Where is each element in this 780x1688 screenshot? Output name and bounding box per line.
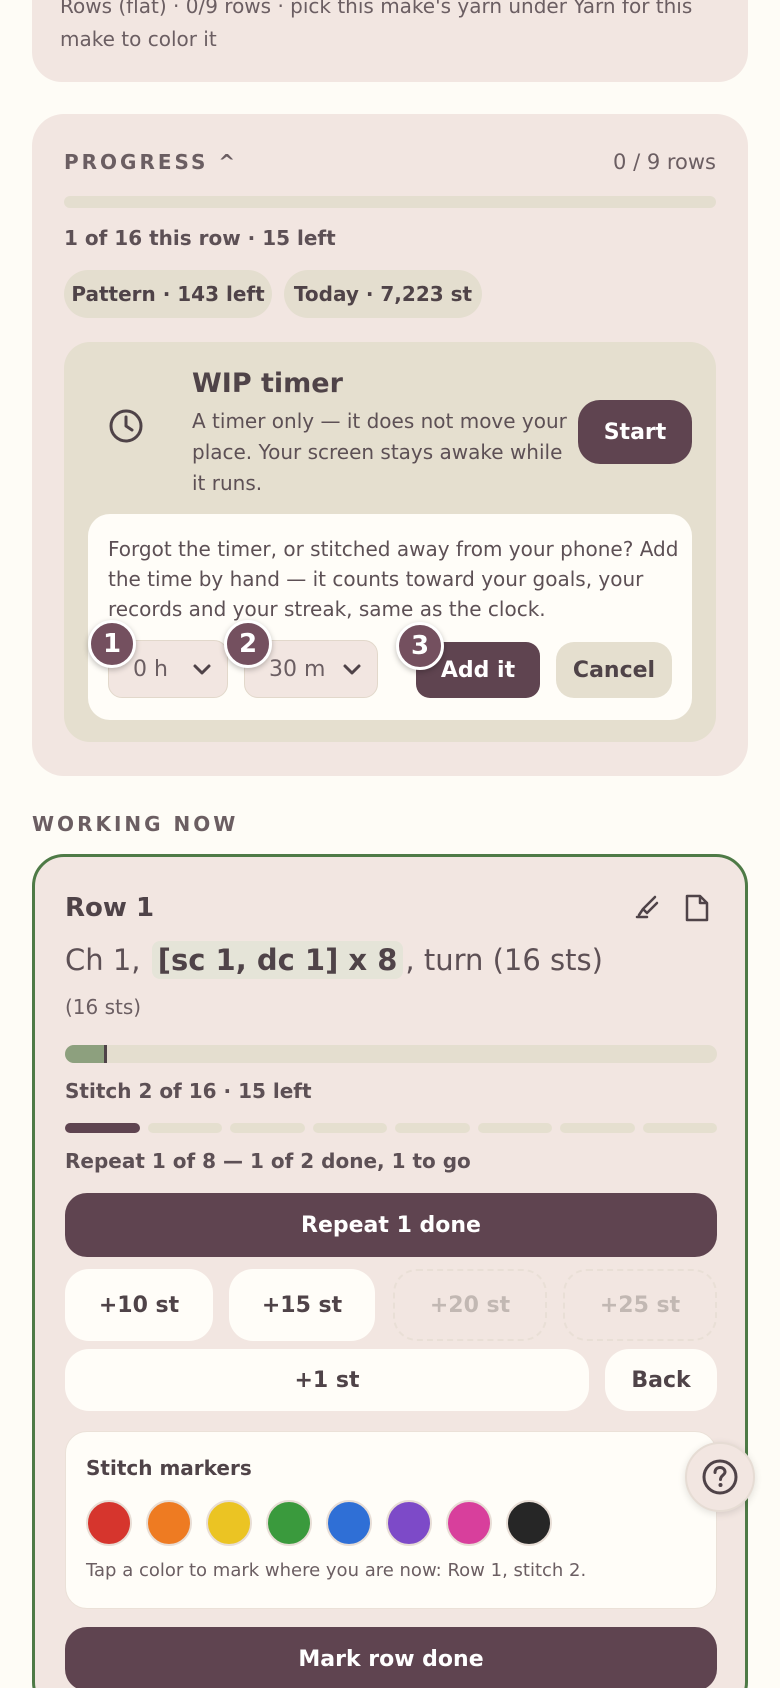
repeat-segment <box>65 1123 140 1133</box>
repeat-done-button[interactable]: Repeat 1 done <box>65 1193 717 1257</box>
add-10-stitches-button[interactable]: +10 st <box>65 1269 213 1341</box>
clock-icon <box>109 409 143 443</box>
mark-row-done-button[interactable]: Mark row done <box>65 1627 717 1688</box>
progress-toggle[interactable]: PROGRESS ^ <box>64 150 238 174</box>
manual-time-text: Forgot the timer, or stitched away from … <box>108 537 679 621</box>
stitch-markers-title: Stitch markers <box>86 1456 252 1480</box>
marker-color-swatch[interactable] <box>506 1500 552 1546</box>
repeat-segment <box>477 1123 552 1133</box>
row-instruction: Ch 1, [sc 1, dc 1] x 8, turn (16 sts) <box>65 941 603 979</box>
add-15-stitches-button[interactable]: +15 st <box>229 1269 375 1341</box>
repeat-segment <box>312 1123 387 1133</box>
marker-color-swatch[interactable] <box>386 1500 432 1546</box>
chevron-down-icon <box>343 664 361 675</box>
progress-card: PROGRESS ^ 0 / 9 rows 1 of 16 this row ·… <box>32 114 748 776</box>
cancel-button[interactable]: Cancel <box>556 642 672 698</box>
this-row-status: 1 of 16 this row · 15 left <box>64 226 336 250</box>
add-25-stitches-button: +25 st <box>563 1269 717 1341</box>
marker-color-swatch[interactable] <box>86 1500 132 1546</box>
row-stitch-count: (16 sts) <box>65 995 142 1019</box>
rows-count: 0 / 9 rows <box>613 150 716 174</box>
marker-color-swatch[interactable] <box>206 1500 252 1546</box>
help-button[interactable] <box>685 1442 755 1512</box>
step-badge-3: 3 <box>396 622 444 670</box>
row-progress-bar <box>65 1045 717 1063</box>
timer-title: WIP timer <box>192 368 343 399</box>
timer-description: A timer only — it does not move your pla… <box>192 409 567 495</box>
minutes-value: 30 m <box>269 656 326 682</box>
yarn-info-card: Rows (flat) · 0/9 rows · pick this make'… <box>32 0 748 82</box>
instruction-suffix: , turn (16 sts) <box>405 943 603 977</box>
marker-color-swatch[interactable] <box>446 1500 492 1546</box>
working-row-card: Row 1 Ch 1, [sc 1, dc 1] x 8, turn (16 s… <box>32 854 748 1688</box>
marker-color-swatch[interactable] <box>326 1500 372 1546</box>
highlighter-icon[interactable] <box>633 893 663 923</box>
yarn-info-text: Rows (flat) · 0/9 rows · pick this make'… <box>60 0 693 51</box>
help-circle-icon <box>702 1459 738 1495</box>
pattern-left-pill: Pattern · 143 left <box>64 270 272 318</box>
rows-progress-bar <box>64 196 716 208</box>
stitch-markers-hint: Tap a color to mark where you are now: R… <box>86 1560 587 1581</box>
step-badge-1: 1 <box>88 620 136 668</box>
manual-time-panel: Forgot the timer, or stitched away from … <box>88 514 692 720</box>
note-icon[interactable] <box>683 893 711 923</box>
marker-color-swatch[interactable] <box>266 1500 312 1546</box>
hours-value: 0 h <box>133 656 168 682</box>
back-button[interactable]: Back <box>605 1349 717 1411</box>
repeat-segment <box>560 1123 635 1133</box>
wip-timer-panel: WIP timer A timer only — it does not mov… <box>64 342 716 742</box>
repeat-segment <box>395 1123 470 1133</box>
repeat-segment <box>642 1123 717 1133</box>
timer-start-button[interactable]: Start <box>578 400 692 464</box>
repeat-segment <box>147 1123 222 1133</box>
stitch-status: Stitch 2 of 16 · 15 left <box>65 1079 312 1103</box>
row-progress-marker <box>104 1045 107 1063</box>
today-stitches-pill: Today · 7,223 st <box>284 270 482 318</box>
marker-color-swatch[interactable] <box>146 1500 192 1546</box>
instruction-prefix: Ch 1, <box>65 943 141 977</box>
add-20-stitches-button: +20 st <box>393 1269 547 1341</box>
chevron-down-icon <box>193 664 211 675</box>
repeat-status: Repeat 1 of 8 — 1 of 2 done, 1 to go <box>65 1149 471 1173</box>
row-title: Row 1 <box>65 893 155 923</box>
step-badge-2: 2 <box>224 620 272 668</box>
repeat-segment <box>230 1123 305 1133</box>
working-now-label: WORKING NOW <box>32 812 239 836</box>
instruction-repeat-highlight: [sc 1, dc 1] x 8 <box>151 941 404 979</box>
stitch-markers-panel: Stitch markers Tap a color to mark where… <box>65 1431 717 1609</box>
row-progress-fill <box>65 1045 106 1063</box>
add-one-stitch-button[interactable]: +1 st <box>65 1349 589 1411</box>
